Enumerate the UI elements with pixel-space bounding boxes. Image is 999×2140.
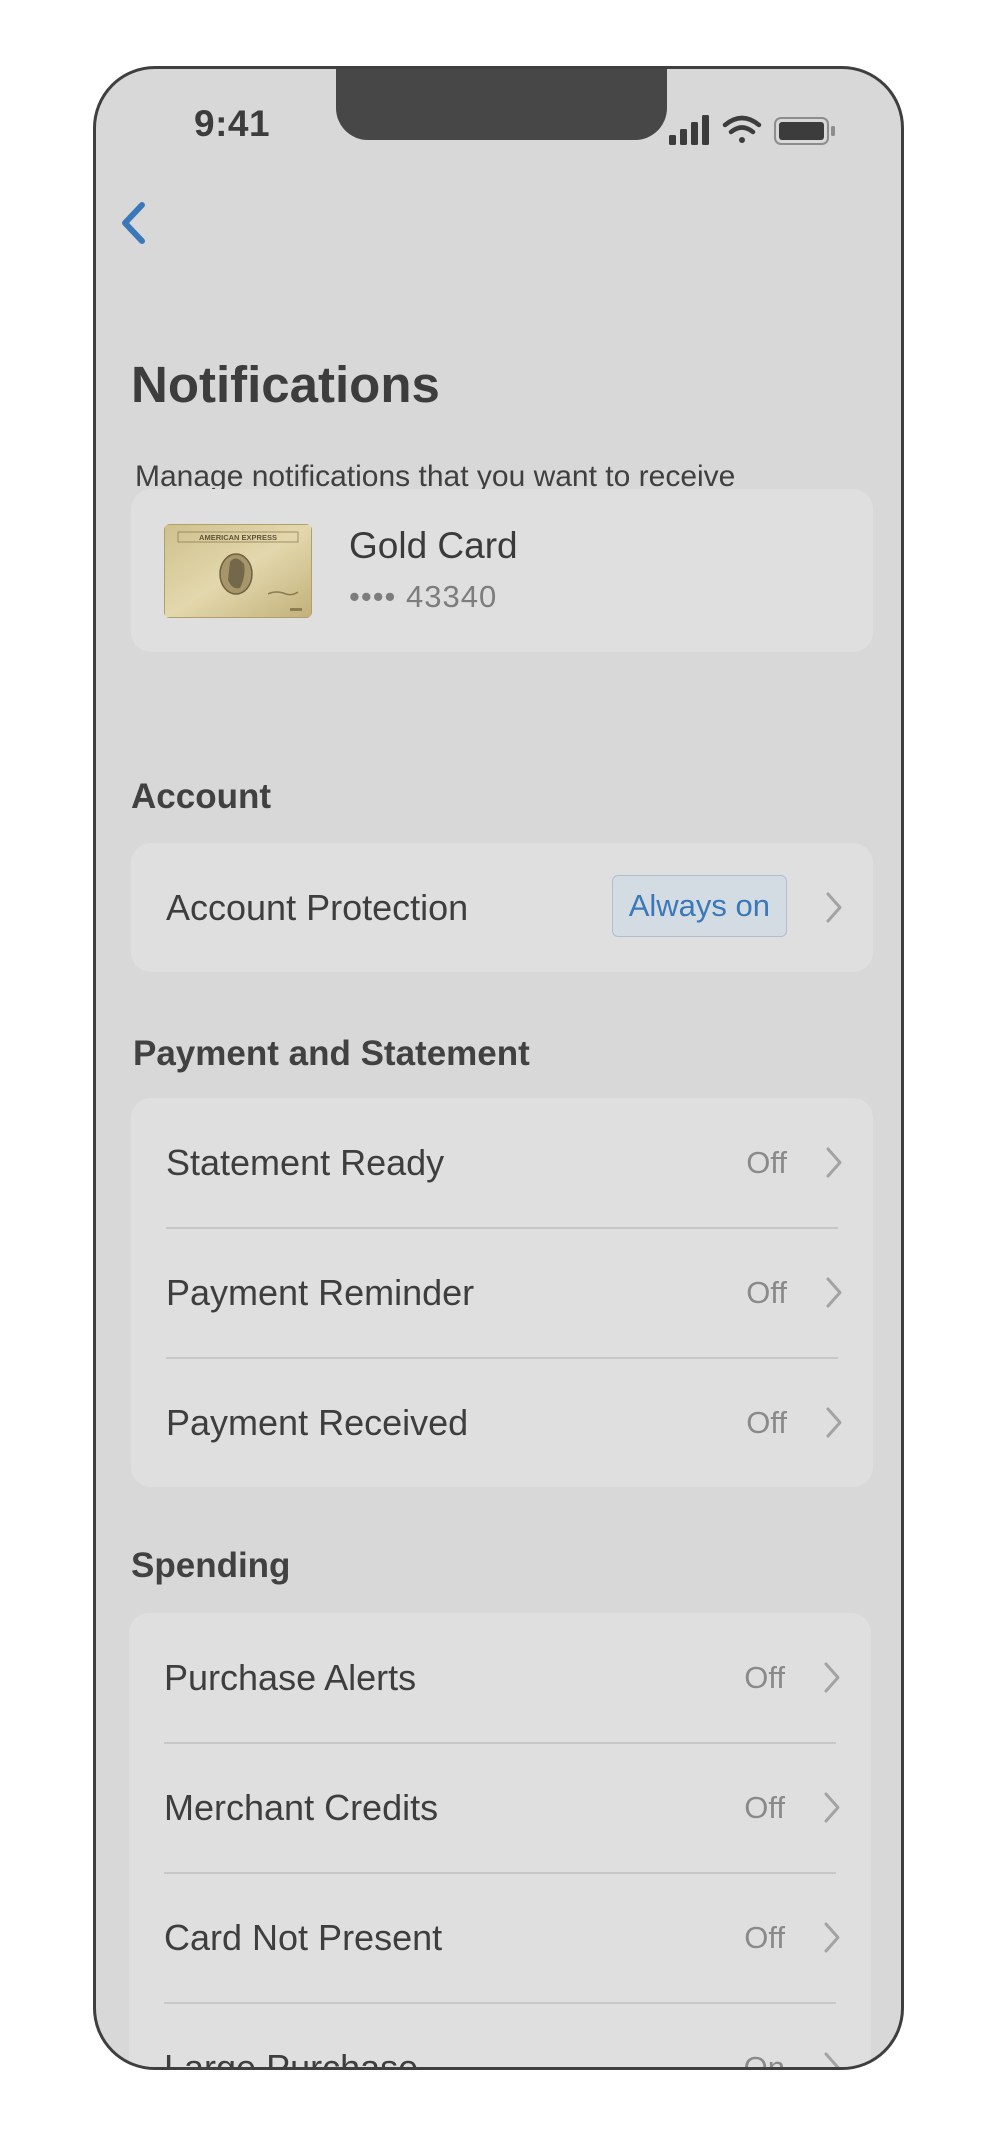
row-card-not-present[interactable]: Card Not Present Off <box>129 1873 871 2002</box>
row-value: Off <box>746 1275 787 1310</box>
row-label: Payment Reminder <box>166 1272 475 1313</box>
card-image: AMERICAN EXPRESS <box>164 524 312 618</box>
section-title-payment: Payment and Statement <box>133 1034 530 1073</box>
svg-text:AMERICAN EXPRESS: AMERICAN EXPRESS <box>199 533 277 542</box>
row-large-purchase[interactable]: Large Purchase On <box>129 2003 871 2070</box>
payment-group: Statement Ready Off Payment Reminder Off… <box>131 1098 873 1487</box>
section-title-spending: Spending <box>131 1546 291 1585</box>
section-title-account: Account <box>131 777 271 816</box>
chevron-right-icon <box>824 1662 840 1693</box>
row-purchase-alerts[interactable]: Purchase Alerts Off <box>129 1613 871 1742</box>
cellular-signal-icon <box>669 115 709 145</box>
card-number: •••• 43340 <box>349 579 498 614</box>
chevron-right-icon <box>826 1277 842 1308</box>
chevron-right-icon <box>826 892 842 923</box>
chevron-right-icon <box>824 1792 840 1823</box>
row-value: Off <box>746 1145 787 1180</box>
spending-group: Purchase Alerts Off Merchant Credits Off… <box>129 1613 871 2070</box>
card-name: Gold Card <box>349 525 518 566</box>
row-payment-reminder[interactable]: Payment Reminder Off <box>131 1228 873 1357</box>
chevron-right-icon <box>824 2052 840 2067</box>
row-value: Off <box>744 1920 785 1955</box>
chevron-right-icon <box>826 1147 842 1178</box>
row-merchant-credits[interactable]: Merchant Credits Off <box>129 1743 871 1872</box>
row-value: Off <box>744 1660 785 1695</box>
row-label: Merchant Credits <box>164 1787 439 1828</box>
row-label: Statement Ready <box>166 1142 445 1183</box>
chevron-right-icon <box>824 1922 840 1953</box>
chevron-right-icon <box>826 1407 842 1438</box>
wifi-icon <box>722 115 762 143</box>
status-time: 9:41 <box>194 103 271 144</box>
phone-frame: 9:41 Notifications Manage notifications … <box>93 66 904 2070</box>
status-badge: Always on <box>611 875 787 937</box>
row-label: Purchase Alerts <box>164 1657 417 1698</box>
row-value: Off <box>746 1405 787 1440</box>
status-icons <box>667 115 847 147</box>
row-statement-ready[interactable]: Statement Ready Off <box>131 1098 873 1227</box>
row-label: Account Protection <box>166 887 469 928</box>
device-notch <box>336 69 667 140</box>
row-label: Card Not Present <box>164 1917 443 1958</box>
row-label: Payment Received <box>166 1402 469 1443</box>
row-value: Off <box>744 1790 785 1825</box>
row-payment-received[interactable]: Payment Received Off <box>131 1358 873 1487</box>
chevron-left-icon <box>122 202 145 244</box>
account-group: Account Protection Always on <box>131 843 873 972</box>
row-account-protection[interactable]: Account Protection Always on <box>131 843 873 972</box>
back-button[interactable] <box>108 187 168 257</box>
battery-icon <box>774 117 835 145</box>
row-label: Large Purchase <box>164 2047 419 2070</box>
card-summary[interactable]: AMERICAN EXPRESS Gold Card •••• 43340 <box>131 489 873 652</box>
page-title: Notifications <box>131 356 440 413</box>
row-value: On <box>743 2050 785 2070</box>
page-subtitle: Manage notifications that you want to re… <box>135 460 736 493</box>
